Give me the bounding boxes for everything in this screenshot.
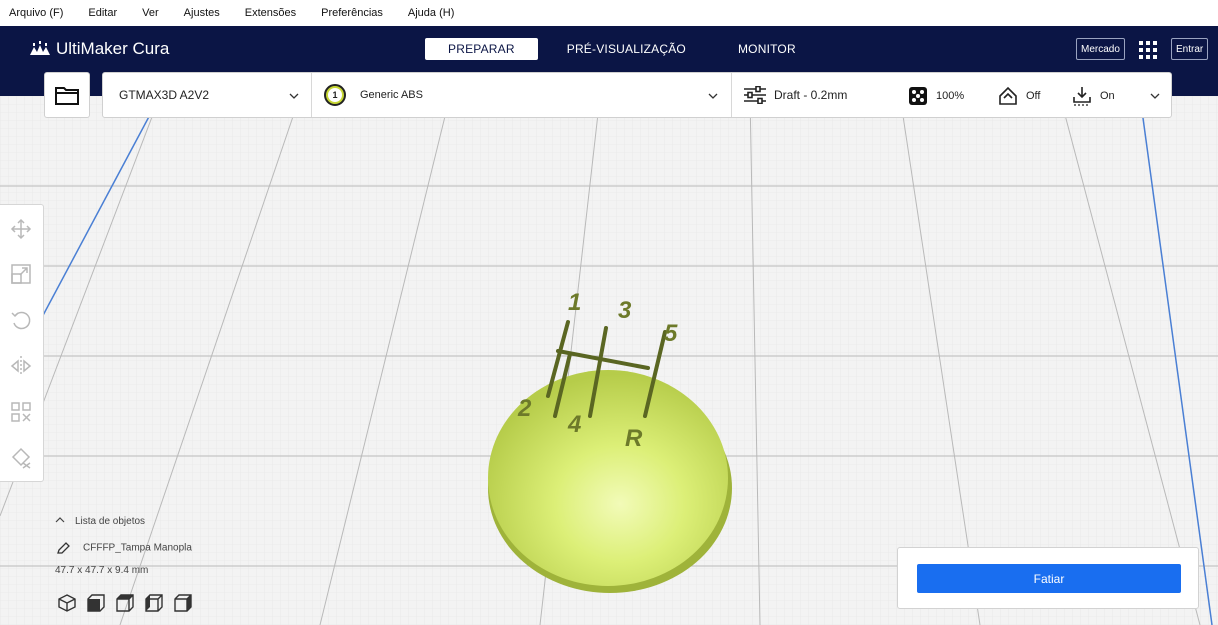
- chevron-down-icon: [708, 93, 718, 99]
- engraving-2: 2: [517, 395, 532, 422]
- engraving-5: 5: [664, 320, 678, 347]
- menu-help[interactable]: Ajuda (H): [399, 7, 454, 19]
- rotate-icon[interactable]: [10, 309, 32, 331]
- menu-bar: Arquivo (F) Editar Ver Ajustes Extensões…: [0, 0, 1218, 26]
- engraving-3: 3: [618, 297, 632, 324]
- menu-settings[interactable]: Ajustes: [175, 7, 220, 19]
- left-view-icon[interactable]: [144, 593, 164, 613]
- menu-file[interactable]: Arquivo (F): [0, 7, 63, 19]
- infill-icon: [909, 87, 927, 105]
- chevron-up-icon: [55, 517, 65, 523]
- slice-button[interactable]: Fatiar: [917, 564, 1181, 593]
- material-name: Generic ABS: [360, 89, 423, 101]
- support-icon: [999, 86, 1017, 105]
- profile-setting: Draft - 0.2mm: [744, 86, 847, 104]
- signin-button[interactable]: Entrar: [1171, 38, 1209, 60]
- object-list-header: Lista de objetos: [75, 516, 146, 527]
- engraving-4: 4: [567, 411, 581, 438]
- extruder-badge: 1: [324, 84, 346, 106]
- 3d-view-icon[interactable]: [57, 593, 77, 613]
- engraving-r: R: [625, 425, 643, 452]
- front-view-icon[interactable]: [86, 593, 106, 613]
- chevron-down-icon: [289, 93, 299, 99]
- ultimaker-logo-icon: [30, 41, 50, 55]
- support-setting: Off: [998, 86, 1040, 106]
- object-name-row[interactable]: CFFFP_Tampa Manopla: [57, 542, 192, 554]
- app-title: UltiMaker Cura: [56, 39, 170, 58]
- object-list-toggle[interactable]: Lista de objetos: [55, 516, 145, 527]
- extruder-number: 1: [328, 88, 342, 102]
- infill-setting: 100%: [908, 86, 964, 106]
- stage-tabs: PREPARAR PRÉ-VISUALIZAÇÃO MONITOR: [425, 38, 819, 60]
- print-settings-selector[interactable]: Draft - 0.2mm 100% Off On: [732, 73, 1171, 117]
- print-setup-bar: GTMAX3D A2V2 1 Generic ABS Draft - 0.2mm: [102, 72, 1172, 118]
- slice-panel: Fatiar: [897, 547, 1199, 609]
- tab-preview[interactable]: PRÉ-VISUALIZAÇÃO: [544, 38, 709, 60]
- infill-label: 100%: [936, 90, 965, 102]
- material-selector[interactable]: 1 Generic ABS: [312, 73, 732, 117]
- profile-label: Draft - 0.2mm: [774, 88, 848, 102]
- per-model-settings-icon[interactable]: [10, 401, 32, 423]
- apps-grid-icon[interactable]: [1139, 41, 1157, 59]
- move-icon[interactable]: [10, 218, 32, 240]
- app-logo: UltiMaker Cura: [30, 39, 169, 59]
- scale-icon[interactable]: [10, 263, 32, 285]
- menu-extensions[interactable]: Extensões: [236, 7, 296, 19]
- menu-edit[interactable]: Editar: [79, 7, 117, 19]
- top-view-icon[interactable]: [115, 593, 135, 613]
- camera-view-buttons: [57, 593, 202, 613]
- chevron-down-icon: [1150, 93, 1160, 99]
- object-dimensions: 47.7 x 47.7 x 9.4 mm: [55, 565, 149, 576]
- right-view-icon[interactable]: [173, 593, 193, 613]
- open-file-button[interactable]: [44, 72, 90, 118]
- object-name: CFFFP_Tampa Manopla: [83, 542, 192, 554]
- adhesion-setting: On: [1072, 86, 1115, 106]
- mirror-icon[interactable]: [10, 355, 32, 377]
- tab-monitor[interactable]: MONITOR: [715, 38, 819, 60]
- menu-preferences[interactable]: Preferências: [312, 7, 383, 19]
- menu-view[interactable]: Ver: [133, 7, 159, 19]
- support-blocker-icon[interactable]: [10, 447, 32, 469]
- adhesion-icon: [1073, 87, 1091, 106]
- adhesion-label: On: [1100, 90, 1115, 102]
- printer-selector[interactable]: GTMAX3D A2V2: [103, 73, 312, 117]
- pencil-icon[interactable]: [57, 542, 71, 554]
- support-label: Off: [1026, 90, 1041, 102]
- marketplace-button[interactable]: Mercado: [1076, 38, 1125, 60]
- sliders-icon: [744, 86, 766, 104]
- engraving-1: 1: [568, 289, 581, 316]
- folder-icon: [55, 87, 79, 105]
- printer-name: GTMAX3D A2V2: [119, 88, 210, 102]
- transform-toolbar: [0, 204, 44, 482]
- tab-prepare[interactable]: PREPARAR: [425, 38, 538, 60]
